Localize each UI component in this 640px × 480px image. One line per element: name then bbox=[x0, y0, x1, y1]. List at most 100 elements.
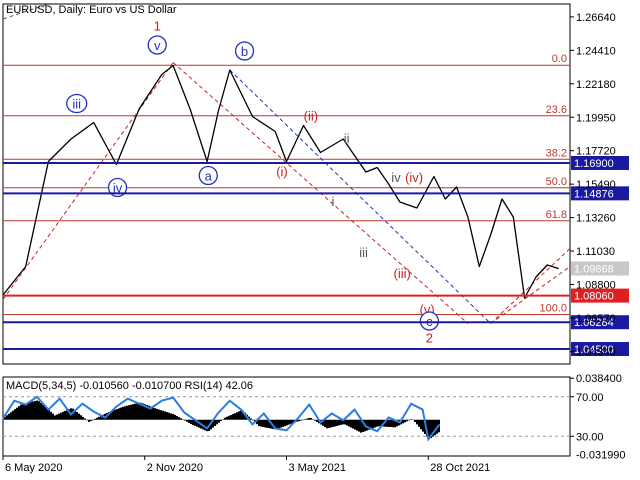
macd-bar bbox=[372, 419, 374, 429]
macd-bar bbox=[224, 417, 226, 420]
time-tick-label: 3 May 2021 bbox=[289, 462, 346, 474]
macd-bar bbox=[12, 410, 14, 420]
macd-bar bbox=[112, 410, 114, 420]
macd-bar bbox=[308, 417, 310, 420]
macd-bar bbox=[346, 419, 348, 426]
macd-bar bbox=[14, 409, 16, 420]
macd-bar bbox=[332, 419, 334, 427]
macd-bar bbox=[122, 406, 124, 420]
macd-bar bbox=[22, 404, 24, 420]
macd-bar bbox=[8, 413, 10, 420]
macd-bar bbox=[38, 401, 40, 420]
chart-background bbox=[0, 0, 640, 480]
macd-bar bbox=[230, 414, 232, 420]
macd-bar bbox=[316, 419, 318, 422]
macd-bar bbox=[358, 419, 360, 432]
macd-bar bbox=[414, 419, 416, 423]
macd-bar bbox=[388, 419, 390, 427]
macd-bar bbox=[228, 415, 230, 420]
price-tick-label: 1.17720 bbox=[576, 146, 616, 158]
macd-bar bbox=[90, 419, 92, 421]
macd-bar bbox=[54, 415, 56, 420]
macd-bar bbox=[174, 414, 176, 420]
macd-bar bbox=[216, 419, 218, 425]
price-tick-label: 1.04340 bbox=[576, 346, 616, 358]
time-tick-label: 28 Oct 2021 bbox=[430, 462, 490, 474]
macd-bar bbox=[326, 419, 328, 429]
macd-bar bbox=[280, 419, 282, 428]
macd-bar bbox=[186, 419, 188, 422]
macd-bar bbox=[264, 419, 266, 428]
rsi-tick-label: 70.00 bbox=[576, 392, 604, 404]
fib-label: 0.0 bbox=[552, 53, 567, 65]
macd-bar bbox=[56, 414, 58, 420]
macd-bar bbox=[154, 408, 156, 420]
macd-bar bbox=[166, 412, 168, 420]
macd-bar bbox=[192, 419, 194, 425]
macd-bar bbox=[220, 419, 222, 421]
macd-bar bbox=[116, 409, 118, 420]
macd-bar bbox=[176, 415, 178, 420]
macd-bar bbox=[52, 413, 54, 420]
macd-bar bbox=[404, 419, 406, 423]
fib-label: 61.8 bbox=[546, 209, 567, 221]
macd-bar bbox=[6, 415, 8, 420]
time-tick-label: 6 May 2020 bbox=[5, 462, 62, 474]
macd-bar bbox=[226, 416, 228, 420]
macd-bar bbox=[222, 419, 224, 420]
macd-bar bbox=[62, 411, 64, 420]
macd-bar bbox=[420, 419, 422, 430]
macd-bar bbox=[76, 411, 78, 420]
macd-bar bbox=[120, 407, 122, 420]
macd-bar bbox=[286, 419, 288, 426]
macd-bar bbox=[356, 419, 358, 431]
macd-bar bbox=[302, 419, 304, 421]
wave-label: iv bbox=[391, 170, 401, 185]
macd-bar bbox=[260, 419, 262, 427]
macd-bar bbox=[266, 419, 268, 428]
macd-bar bbox=[124, 406, 126, 420]
macd-bar bbox=[58, 413, 60, 420]
macd-bar bbox=[34, 401, 36, 420]
macd-bar bbox=[374, 419, 376, 428]
macd-bar bbox=[392, 419, 394, 428]
macd-bar bbox=[284, 419, 286, 427]
price-tick-label: 1.24410 bbox=[576, 45, 616, 57]
macd-bar bbox=[94, 418, 96, 420]
macd-bar bbox=[338, 419, 340, 426]
macd-bar bbox=[282, 419, 284, 427]
wave-label: (iii) bbox=[394, 266, 411, 281]
chart: 0.023.638.250.061.8100.0 1viiiivab(i)(ii… bbox=[0, 0, 640, 480]
macd-bar bbox=[180, 418, 182, 420]
macd-bar bbox=[152, 407, 154, 420]
macd-bar bbox=[252, 419, 254, 421]
macd-bar bbox=[258, 419, 260, 427]
wave-label: 1 bbox=[154, 19, 161, 34]
macd-bar bbox=[188, 419, 190, 423]
macd-bar bbox=[350, 419, 352, 428]
price-level-tag-label: 1.08060 bbox=[574, 291, 614, 303]
macd-bar bbox=[138, 402, 140, 420]
macd-bar bbox=[168, 412, 170, 420]
macd-bar bbox=[64, 410, 66, 420]
macd-bar bbox=[366, 419, 368, 431]
macd-bar bbox=[26, 403, 28, 420]
macd-bar bbox=[234, 413, 236, 420]
macd-bar bbox=[92, 419, 94, 421]
rsi-tick-label: 30.00 bbox=[576, 431, 604, 443]
macd-bar bbox=[418, 419, 420, 427]
wave-label: v bbox=[154, 38, 161, 53]
macd-bar bbox=[42, 404, 44, 420]
macd-bar bbox=[232, 414, 234, 420]
macd-bar bbox=[118, 408, 120, 420]
macd-bar bbox=[236, 412, 238, 420]
macd-bar bbox=[218, 419, 220, 423]
macd-bar bbox=[348, 419, 350, 427]
macd-bar bbox=[422, 419, 424, 432]
macd-bar bbox=[172, 413, 174, 420]
macd-bar bbox=[330, 419, 332, 428]
indicator-title: MACD(5,34,5) -0.010560 -0.010700 RSI(14)… bbox=[6, 380, 253, 392]
macd-bar bbox=[170, 413, 172, 420]
macd-bar bbox=[298, 419, 300, 422]
macd-bar bbox=[114, 409, 116, 420]
